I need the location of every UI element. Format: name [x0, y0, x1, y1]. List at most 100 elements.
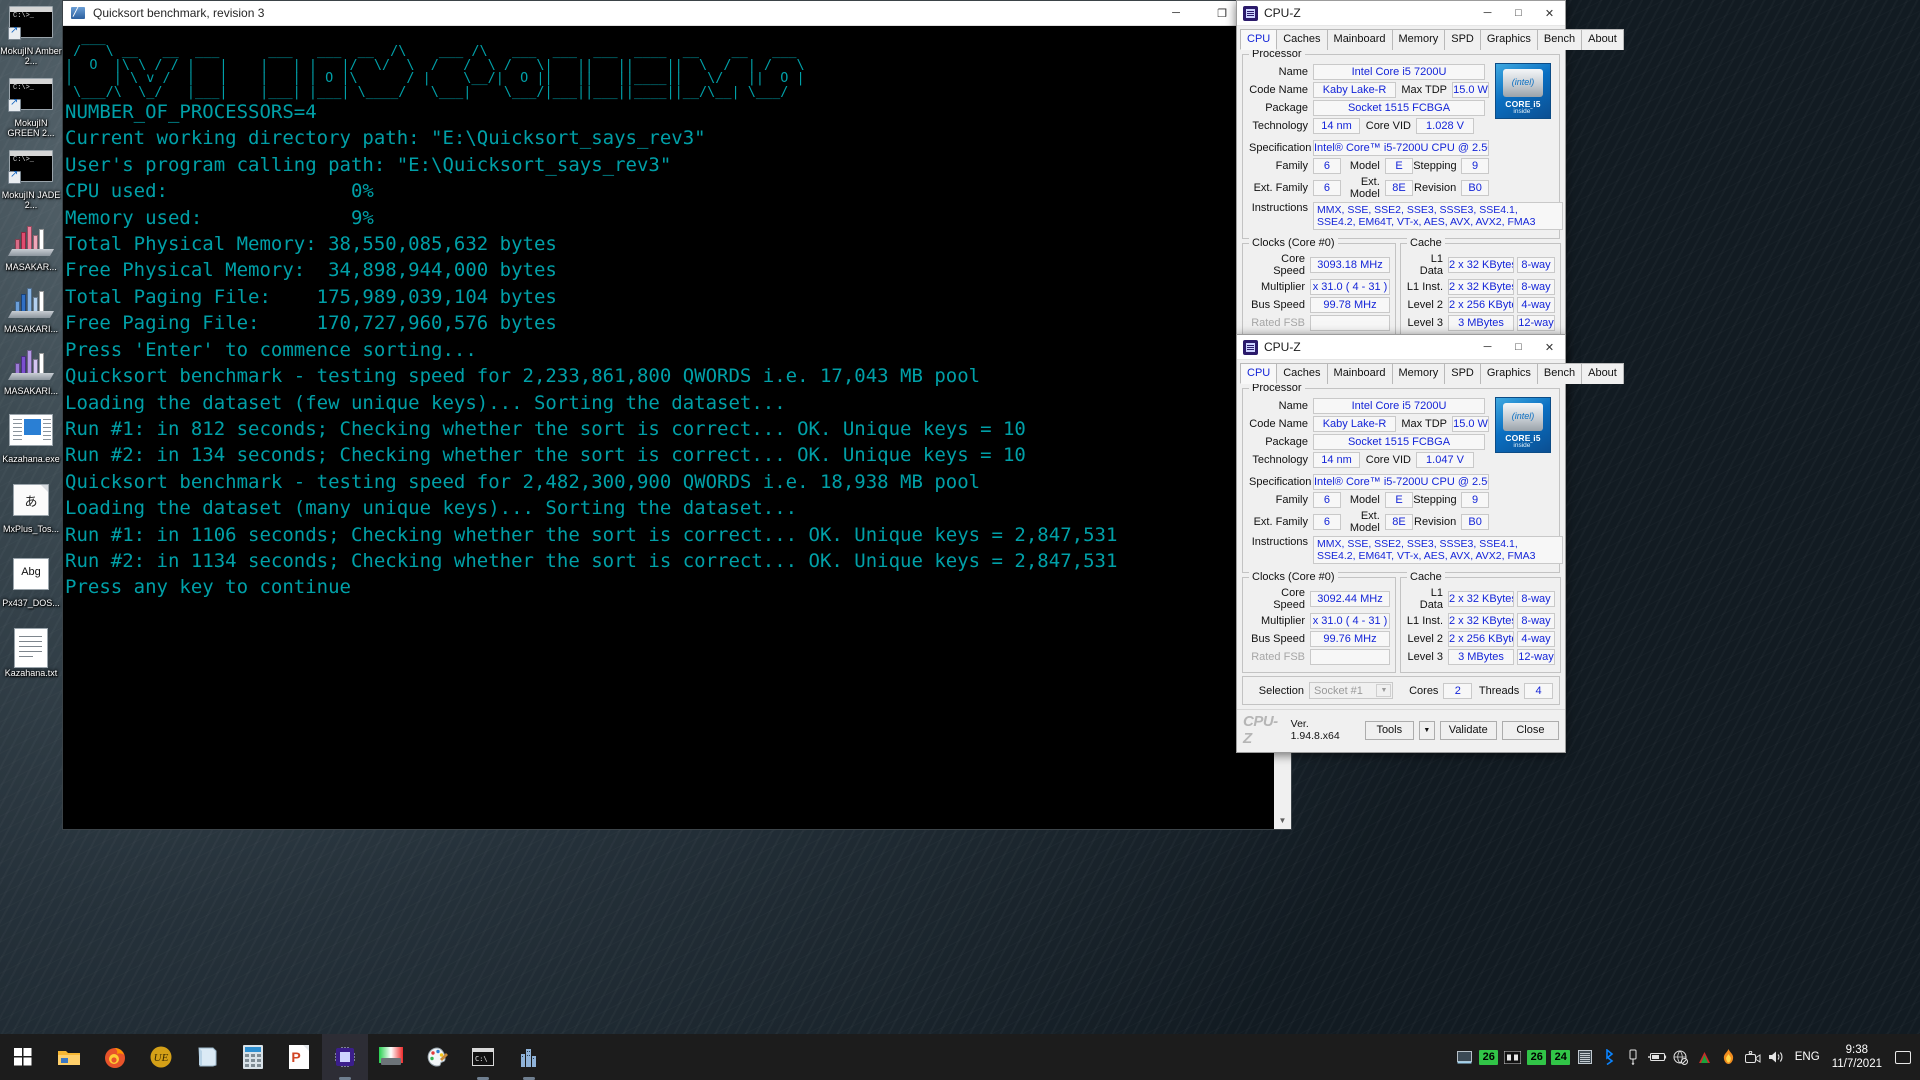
- chevron-down-icon[interactable]: ▼: [1376, 684, 1392, 697]
- tray-hdd-icon[interactable]: [1573, 1034, 1597, 1080]
- tray-battery-icon[interactable]: [1645, 1034, 1669, 1080]
- clock-time: 9:38: [1845, 1044, 1869, 1056]
- socket-select[interactable]: Socket #1 ▼: [1309, 682, 1394, 699]
- tray-flame-icon[interactable]: [1717, 1034, 1741, 1080]
- value-ext-family: 6: [1313, 514, 1341, 530]
- taskbar-notepad[interactable]: [184, 1034, 230, 1080]
- desktop-icon-masakari-2[interactable]: MASAKARI...: [0, 284, 62, 334]
- taskbar-firefox[interactable]: [92, 1034, 138, 1080]
- value-stepping: 9: [1461, 158, 1489, 174]
- console-titlebar[interactable]: Quicksort benchmark, revision 3 ─ ❐ ✕: [63, 1, 1291, 26]
- tab-cpu[interactable]: CPU: [1240, 363, 1278, 384]
- cpuz-window-2: CPU-Z ─ □ ✕ CPU Caches Mainboard Memory SPD G…: [1236, 334, 1624, 753]
- value-specification: Intel® Core™ i5-7200U CPU @ 2.50GHz: [1313, 474, 1489, 490]
- desktop-icon-masakari-3[interactable]: MASAKARI...: [0, 346, 62, 396]
- tray-screen-record-icon[interactable]: [1741, 1034, 1765, 1080]
- close-button[interactable]: ✕: [1534, 1, 1565, 26]
- cpuz-tab-bar: CPU Caches Mainboard Memory SPD Graphics Bench…: [1237, 360, 1624, 384]
- tab-graphics[interactable]: Graphics: [1479, 29, 1538, 50]
- scroll-down-arrow[interactable]: ▼: [1274, 812, 1291, 829]
- desktop-icon-mxplus-font[interactable]: MxPlus_Tos...: [0, 484, 62, 534]
- desktop-icon-masakari-1[interactable]: MASAKAR...: [0, 222, 62, 272]
- cpuz-titlebar[interactable]: CPU-Z ─ □ ✕: [1237, 335, 1565, 360]
- value-revision: B0: [1461, 180, 1489, 196]
- tab-about[interactable]: About: [1581, 29, 1624, 50]
- tray-volume-icon[interactable]: [1765, 1034, 1789, 1080]
- tools-button[interactable]: Tools: [1364, 720, 1414, 740]
- label-instructions: Instructions: [1251, 202, 1308, 214]
- tab-bench[interactable]: Bench: [1536, 363, 1583, 384]
- tab-caches[interactable]: Caches: [1276, 363, 1328, 384]
- console-output-area[interactable]: ___ / \ __ __ ___ ___ ___ __ /\ ___ /\ _…: [63, 26, 1291, 829]
- taskbar-clock[interactable]: 9:38 11/7/2021: [1826, 1043, 1890, 1071]
- taskbar-benchmark-app[interactable]: [506, 1034, 552, 1080]
- maximize-button[interactable]: □: [1503, 335, 1534, 360]
- label-package: Package: [1265, 436, 1308, 448]
- taskbar-ultraedit[interactable]: UE: [138, 1034, 184, 1080]
- font-file-icon: [8, 484, 54, 522]
- taskbar-paint[interactable]: [414, 1034, 460, 1080]
- console-text-lines: NUMBER_OF_PROCESSORS=4 Current working di…: [63, 99, 1291, 601]
- taskbar-cpuz[interactable]: [322, 1034, 368, 1080]
- taskbar-console[interactable]: C:\: [460, 1034, 506, 1080]
- tab-memory[interactable]: Memory: [1391, 29, 1446, 50]
- validate-button[interactable]: Validate: [1439, 720, 1497, 740]
- minimize-button[interactable]: ─: [1472, 1, 1503, 26]
- desktop-icon-label: Px437_DOS...: [2, 598, 60, 608]
- minimize-button[interactable]: ─: [1472, 335, 1503, 360]
- tab-mainboard[interactable]: Mainboard: [1326, 29, 1393, 50]
- language-indicator[interactable]: ENG: [1789, 1051, 1826, 1063]
- tray-ram-icon[interactable]: [1501, 1034, 1525, 1080]
- tray-bluetooth-icon[interactable]: [1597, 1034, 1621, 1080]
- tab-bench[interactable]: Bench: [1536, 29, 1583, 50]
- tab-mainboard[interactable]: Mainboard: [1326, 363, 1393, 384]
- console-line: Total Paging File: 175,989,039,104 bytes: [65, 285, 557, 308]
- tab-about[interactable]: About: [1581, 363, 1624, 384]
- minimize-button[interactable]: ─: [1153, 1, 1199, 26]
- taskbar-image-viewer[interactable]: [368, 1034, 414, 1080]
- label-max-tdp: Max TDP: [1401, 84, 1448, 96]
- taskbar-file-explorer[interactable]: [46, 1034, 92, 1080]
- cpuz-titlebar[interactable]: CPU-Z ─ □ ✕: [1237, 1, 1565, 26]
- tray-network-offline-icon[interactable]: [1669, 1034, 1693, 1080]
- tray-temp-badge-1[interactable]: 26: [1477, 1034, 1501, 1080]
- tray-usb-icon[interactable]: [1621, 1034, 1645, 1080]
- console-line: Loading the dataset (many unique keys)..…: [65, 497, 798, 520]
- tab-spd[interactable]: SPD: [1444, 363, 1481, 384]
- console-icon: C:\: [472, 1048, 494, 1066]
- maximize-button[interactable]: □: [1503, 1, 1534, 26]
- tab-caches[interactable]: Caches: [1276, 29, 1328, 50]
- value-family: 6: [1313, 158, 1341, 174]
- label-ext-family: Ext. Family: [1253, 182, 1308, 194]
- desktop-icon-kazahana-exe[interactable]: Kazahana.exe: [0, 414, 62, 464]
- tray-keyboard-icon[interactable]: [1453, 1034, 1477, 1080]
- taskbar-calculator[interactable]: [230, 1034, 276, 1080]
- start-button[interactable]: [0, 1034, 46, 1080]
- cpuz-footer: CPU-Z Ver. 1.94.8.x64 Tools ▼ Validate C…: [1237, 709, 1565, 752]
- console-line: Total Physical Memory: 38,550,085,632 by…: [65, 233, 557, 256]
- tray-badge-value: 26: [1479, 1049, 1499, 1065]
- value-technology: 14 nm: [1313, 118, 1360, 134]
- notification-center-button[interactable]: [1890, 1034, 1916, 1080]
- desktop-icon-mokujin-jade[interactable]: MokujIN JADE 2...: [0, 150, 62, 210]
- tools-dropdown-button[interactable]: ▼: [1418, 720, 1435, 740]
- logo-inside-text: inside˜: [1513, 442, 1533, 449]
- label-bus-speed: Bus Speed: [1251, 299, 1305, 311]
- tab-memory[interactable]: Memory: [1391, 363, 1446, 384]
- taskbar-powerpoint[interactable]: P: [276, 1034, 322, 1080]
- cache-group-legend: Cache: [1407, 571, 1445, 583]
- tab-spd[interactable]: SPD: [1444, 29, 1481, 50]
- desktop-icon-px437-font[interactable]: Px437_DOS...: [0, 558, 62, 608]
- close-button[interactable]: Close: [1501, 720, 1559, 740]
- desktop-icon-kazahana-txt[interactable]: Kazahana.txt: [0, 628, 62, 678]
- tray-temp-badge-3[interactable]: 24: [1549, 1034, 1573, 1080]
- desktop-icon-mokujin-green[interactable]: MokujIN GREEN 2...: [0, 78, 62, 138]
- tab-cpu[interactable]: CPU: [1240, 29, 1278, 50]
- desktop-icon-mokujin-amber[interactable]: MokujIN Amber 2...: [0, 6, 62, 66]
- tray-afterburner-icon[interactable]: [1693, 1034, 1717, 1080]
- cache-group-legend: Cache: [1407, 237, 1445, 249]
- intel-core-i5-logo-icon: CORE i5 inside˜: [1495, 397, 1551, 453]
- close-button[interactable]: ✕: [1534, 335, 1565, 360]
- tray-temp-badge-2[interactable]: 26: [1525, 1034, 1549, 1080]
- tab-graphics[interactable]: Graphics: [1479, 363, 1538, 384]
